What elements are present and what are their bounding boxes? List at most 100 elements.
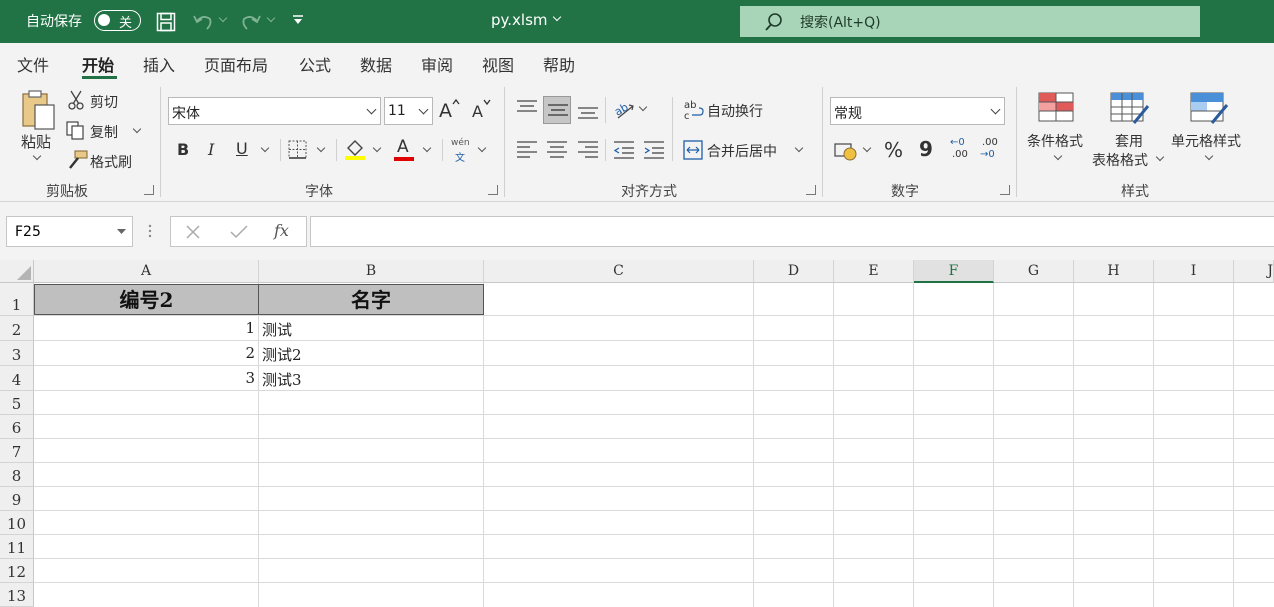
autosave-toggle[interactable]: 关 [94,10,141,31]
cell-b4[interactable]: 测试3 [262,369,302,390]
increase-font-size-icon[interactable]: A [438,97,462,121]
row-header-4[interactable]: 4 [0,366,34,391]
row-header-3[interactable]: 3 [0,341,34,366]
select-all-button[interactable] [0,260,34,283]
align-middle-button[interactable] [543,96,571,124]
italic-button[interactable]: I [208,140,214,159]
column-header-i[interactable]: I [1154,260,1234,283]
tab-insert[interactable]: 插入 [143,52,175,76]
bold-button[interactable]: B [177,140,189,159]
align-top-icon[interactable] [516,99,538,119]
row-header-9[interactable]: 9 [0,487,34,511]
column-header-b[interactable]: B [259,260,484,283]
cell-b3[interactable]: 测试2 [262,344,302,365]
row-header-13[interactable]: 13 [0,583,34,607]
number-launcher-icon[interactable] [1000,185,1010,195]
row-header-2[interactable]: 2 [0,316,34,341]
fill-color-dropdown-icon[interactable] [372,143,382,153]
underline-dropdown-icon[interactable] [260,143,270,153]
orientation-dropdown-icon[interactable] [638,102,648,112]
tab-page-layout[interactable]: 页面布局 [204,52,268,76]
column-header-g[interactable]: G [994,260,1074,283]
phonetic-dropdown-icon[interactable] [477,143,487,153]
align-bottom-icon[interactable] [577,99,599,121]
undo-dropdown-icon[interactable] [218,13,228,23]
column-header-j[interactable]: J [1234,260,1274,283]
clipboard-launcher-icon[interactable] [144,185,154,195]
comma-style-button[interactable]: 9 [919,137,933,161]
worksheet-grid[interactable]: A B C D E F G H I J 1 2 3 4 5 6 7 8 9 10… [0,260,1274,607]
copy-button[interactable]: 复制 [90,122,118,142]
font-size-select[interactable]: 11 [384,97,433,125]
cut-button[interactable]: 剪切 [90,92,118,112]
column-header-c[interactable]: C [484,260,754,283]
font-color-dropdown-icon[interactable] [422,143,432,153]
column-header-d[interactable]: D [754,260,834,283]
column-header-h[interactable]: H [1074,260,1154,283]
wrap-text-icon[interactable]: ab c [684,98,704,120]
formula-bar-resize-handle[interactable] [148,223,152,239]
underline-button[interactable]: U [236,139,248,158]
align-left-icon[interactable] [516,140,538,160]
cell-b1[interactable]: 名字 [258,284,484,315]
percent-style-button[interactable]: % [884,138,903,162]
undo-icon[interactable] [192,12,214,32]
format-painter-button[interactable]: 格式刷 [90,152,132,172]
cell-a3[interactable]: 2 [36,344,255,362]
file-name[interactable]: py.xlsm [491,11,548,29]
row-header-11[interactable]: 11 [0,535,34,559]
increase-indent-icon[interactable] [643,140,665,160]
cancel-icon[interactable] [186,225,200,239]
column-header-f[interactable]: F [914,260,994,283]
orientation-icon[interactable]: ab [613,98,637,120]
decrease-indent-icon[interactable] [613,140,635,160]
cell-a4[interactable]: 3 [36,369,255,387]
copy-dropdown-icon[interactable] [132,124,142,134]
fill-color-icon[interactable] [344,138,366,162]
tab-formulas[interactable]: 公式 [299,52,331,76]
row-header-12[interactable]: 12 [0,559,34,583]
tab-data[interactable]: 数据 [360,52,392,76]
borders-icon[interactable] [288,140,308,160]
row-header-6[interactable]: 6 [0,415,34,439]
tab-view[interactable]: 视图 [482,52,514,76]
paste-dropdown-icon[interactable] [32,151,42,161]
tab-help[interactable]: 帮助 [543,52,575,76]
wrap-text-button[interactable]: 自动换行 [707,101,763,121]
name-box[interactable]: F25 [6,216,133,247]
borders-dropdown-icon[interactable] [316,143,326,153]
cell-a2[interactable]: 1 [36,319,255,337]
column-header-e[interactable]: E [834,260,914,283]
filename-dropdown-icon[interactable] [552,12,562,22]
tab-file[interactable]: 文件 [17,52,49,76]
redo-dropdown-icon[interactable] [266,13,276,23]
cell-b2[interactable]: 测试 [262,319,292,340]
merge-center-icon[interactable] [683,140,703,160]
column-header-a[interactable]: A [34,260,259,283]
cell-a1[interactable]: 编号2 [34,284,259,315]
tab-home[interactable]: 开始 [82,52,114,76]
save-icon[interactable] [156,12,176,32]
row-header-1[interactable]: 1 [0,283,34,316]
enter-icon[interactable] [230,225,248,239]
search-box[interactable]: 搜索(Alt+Q) [740,6,1200,37]
insert-function-icon[interactable]: fx [274,221,289,240]
customize-toolbar-icon[interactable] [292,14,304,26]
merge-center-button[interactable]: 合并后居中 [707,141,777,161]
row-header-7[interactable]: 7 [0,439,34,463]
row-header-8[interactable]: 8 [0,463,34,487]
redo-icon[interactable] [240,12,262,32]
number-format-select[interactable]: 常规 [830,97,1005,125]
accounting-dropdown-icon[interactable] [862,143,872,153]
font-launcher-icon[interactable] [488,185,498,195]
formula-input[interactable] [310,216,1274,247]
alignment-launcher-icon[interactable] [806,185,816,195]
decrease-font-size-icon[interactable]: A [470,97,494,121]
font-name-select[interactable]: 宋体 [168,97,381,125]
merge-dropdown-icon[interactable] [794,143,804,153]
tab-review[interactable]: 审阅 [421,52,453,76]
align-right-icon[interactable] [577,140,599,160]
row-header-10[interactable]: 10 [0,511,34,535]
accounting-format-icon[interactable] [834,140,858,162]
row-header-5[interactable]: 5 [0,391,34,415]
